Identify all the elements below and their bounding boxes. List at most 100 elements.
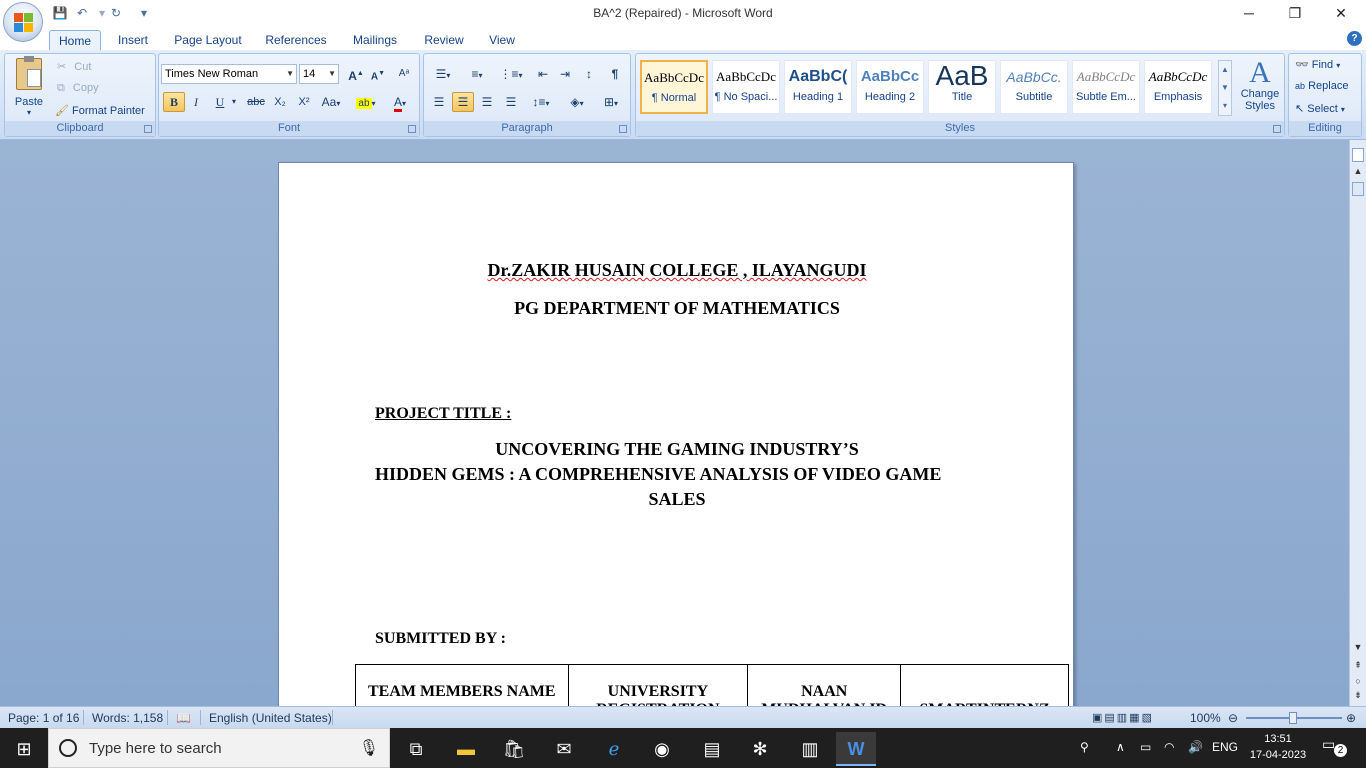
word-count[interactable]: Words: 1,158 xyxy=(92,711,163,725)
format-painter-button[interactable]: 🖌 Format Painter xyxy=(55,104,145,117)
close-button[interactable]: ✕ xyxy=(1318,0,1364,26)
increase-indent-icon[interactable]: ⇥ xyxy=(554,64,576,84)
clear-formatting-icon[interactable]: Aᵃ xyxy=(393,64,415,84)
paragraph-launcher[interactable] xyxy=(619,125,627,133)
search-box[interactable]: Type here to search 🎙 xyxy=(48,728,390,768)
style-title[interactable]: AaB Title xyxy=(928,60,996,114)
paste-button[interactable]: Paste ▾ xyxy=(9,56,49,118)
zoom-in-icon[interactable]: ⊕ xyxy=(1346,711,1356,725)
clipboard-launcher[interactable] xyxy=(144,125,152,133)
minimize-button[interactable]: ─ xyxy=(1226,0,1272,26)
scroll-thumb[interactable] xyxy=(1352,182,1364,196)
style-subtitle[interactable]: AaBbCc. Subtitle xyxy=(1000,60,1068,114)
tab-review[interactable]: Review xyxy=(416,30,472,50)
styles-scroll[interactable]: ▲ ▼ ▾ xyxy=(1218,60,1232,116)
scroll-up-icon[interactable]: ▲ xyxy=(1352,166,1364,176)
store-icon[interactable]: 🛍 xyxy=(494,732,534,766)
shading-icon[interactable]: ◈▾ xyxy=(562,92,592,112)
style-normal[interactable]: AaBbCcDc ¶ Normal xyxy=(640,60,708,114)
tab-mailings[interactable]: Mailings xyxy=(344,30,406,50)
multilevel-list-icon[interactable]: ⋮≡▾ xyxy=(496,64,526,84)
table-header-cell[interactable]: UNIVERSITY REGISTRATION xyxy=(567,664,749,706)
align-center-icon[interactable]: ☰ xyxy=(452,92,474,112)
show-formatting-icon[interactable]: ¶ xyxy=(604,64,626,84)
font-name-combo[interactable]: Times New Roman ▼ xyxy=(161,64,297,84)
document-area[interactable]: Dr.ZAKIR HUSAIN COLLEGE , ILAYANGUDI PG … xyxy=(0,140,1349,706)
font-launcher[interactable] xyxy=(408,125,416,133)
zoom-level[interactable]: 100% xyxy=(1190,711,1221,725)
maximize-button[interactable]: ❐ xyxy=(1272,0,1318,26)
numbering-icon[interactable]: ≡▾ xyxy=(462,64,492,84)
battery-icon[interactable]: ▭ xyxy=(1140,740,1151,754)
underline-dropdown[interactable]: ▾ xyxy=(229,92,239,112)
borders-icon[interactable]: ⊞▾ xyxy=(596,92,626,112)
input-language[interactable]: ENG xyxy=(1212,740,1238,754)
windows-start-icon[interactable]: ⊞ xyxy=(4,732,44,766)
grow-font-button[interactable]: A▲ xyxy=(345,64,367,84)
change-styles-button[interactable]: A Change Styles xyxy=(1238,58,1282,122)
word-app-icon[interactable]: W xyxy=(836,732,876,766)
next-page-icon[interactable]: ⇟ xyxy=(1352,690,1364,701)
cut-button[interactable]: ✂ Cut xyxy=(57,60,91,73)
strikethrough-button[interactable]: abc xyxy=(245,92,267,112)
ruler-toggle-icon[interactable] xyxy=(1352,148,1364,162)
scroll-down-icon[interactable]: ▼ xyxy=(1352,642,1364,652)
people-icon[interactable]: ⚲ xyxy=(1080,740,1089,754)
page-count[interactable]: Page: 1 of 16 xyxy=(8,711,79,725)
change-case-button[interactable]: Aa▾ xyxy=(317,92,345,112)
align-left-icon[interactable]: ☰ xyxy=(428,92,450,112)
copy-button[interactable]: ⧉ Copy xyxy=(57,82,99,95)
style-no-spacing[interactable]: AaBbCcDc ¶ No Spaci... xyxy=(712,60,780,114)
bold-button[interactable]: B xyxy=(163,92,185,112)
italic-button[interactable]: I xyxy=(185,92,207,112)
zoom-slider[interactable] xyxy=(1246,712,1342,724)
decrease-indent-icon[interactable]: ⇤ xyxy=(532,64,554,84)
underline-button[interactable]: U xyxy=(209,92,231,112)
table-header-cell[interactable]: NAAN MUDHALVAN ID xyxy=(747,664,902,706)
mail-icon[interactable]: ✉ xyxy=(544,732,584,766)
app-icon[interactable]: ▤ xyxy=(692,732,732,766)
tab-insert[interactable]: Insert xyxy=(108,30,158,50)
word-document-icon[interactable]: ▥ xyxy=(790,732,830,766)
bullets-icon[interactable]: ☰▾ xyxy=(428,64,458,84)
vertical-scrollbar[interactable]: ▲ ▼ ⇞ ○ ⇟ xyxy=(1349,140,1366,706)
superscript-button[interactable]: X² xyxy=(293,92,315,112)
volume-icon[interactable]: 🔊 xyxy=(1188,740,1203,754)
snipping-icon[interactable]: ✻ xyxy=(740,732,780,766)
table-header-cell[interactable]: SMARTINTERNZ xyxy=(900,664,1069,706)
style-heading-2[interactable]: AaBbCc Heading 2 xyxy=(856,60,924,114)
document-page[interactable]: Dr.ZAKIR HUSAIN COLLEGE , ILAYANGUDI PG … xyxy=(278,162,1074,706)
view-buttons[interactable]: ▣▤▥▦▧ xyxy=(1092,711,1154,724)
style-emphasis[interactable]: AaBbCcDc Emphasis xyxy=(1144,60,1212,114)
select-button[interactable]: ↖ Select ▾ xyxy=(1295,102,1345,115)
language-indicator[interactable]: English (United States) xyxy=(209,711,332,725)
show-hidden-icons[interactable]: ∧ xyxy=(1116,740,1125,754)
table-header-cell[interactable]: TEAM MEMBERS NAME xyxy=(355,664,569,706)
browse-object-icon[interactable]: ○ xyxy=(1352,676,1364,686)
sort-icon[interactable]: ↕ xyxy=(578,64,600,84)
align-right-icon[interactable]: ☰ xyxy=(476,92,498,112)
replace-button[interactable]: ab Replace xyxy=(1295,80,1348,92)
microphone-icon[interactable]: 🎙 xyxy=(359,738,379,758)
font-color-button[interactable]: A▾ xyxy=(385,92,415,112)
zoom-out-icon[interactable]: ⊖ xyxy=(1228,711,1238,725)
highlight-button[interactable]: ab ▾ xyxy=(351,92,381,112)
zoom-slider-thumb[interactable] xyxy=(1289,712,1297,724)
clock[interactable]: 13:51 17-04-2023 xyxy=(1246,731,1310,763)
style-heading-1[interactable]: AaBbC( Heading 1 xyxy=(784,60,852,114)
previous-page-icon[interactable]: ⇞ xyxy=(1352,660,1364,671)
office-button[interactable] xyxy=(3,2,43,42)
wifi-icon[interactable]: ◠ xyxy=(1164,740,1174,754)
help-icon[interactable]: ? xyxy=(1347,31,1362,46)
edge-icon[interactable]: ℯ xyxy=(594,732,634,766)
style-subtle-emphasis[interactable]: AaBbCcDc Subtle Em... xyxy=(1072,60,1140,114)
notifications-button[interactable]: ▭ 2 xyxy=(1322,736,1348,760)
styles-launcher[interactable] xyxy=(1273,125,1281,133)
tab-home[interactable]: Home xyxy=(49,30,101,50)
task-view-icon[interactable]: ⧉ xyxy=(396,732,436,766)
subscript-button[interactable]: X₂ xyxy=(269,92,291,112)
tab-view[interactable]: View xyxy=(480,30,524,50)
chrome-icon[interactable]: ◉ xyxy=(642,732,682,766)
shrink-font-button[interactable]: A▼ xyxy=(367,64,389,84)
font-size-combo[interactable]: 14 ▼ xyxy=(299,64,339,84)
